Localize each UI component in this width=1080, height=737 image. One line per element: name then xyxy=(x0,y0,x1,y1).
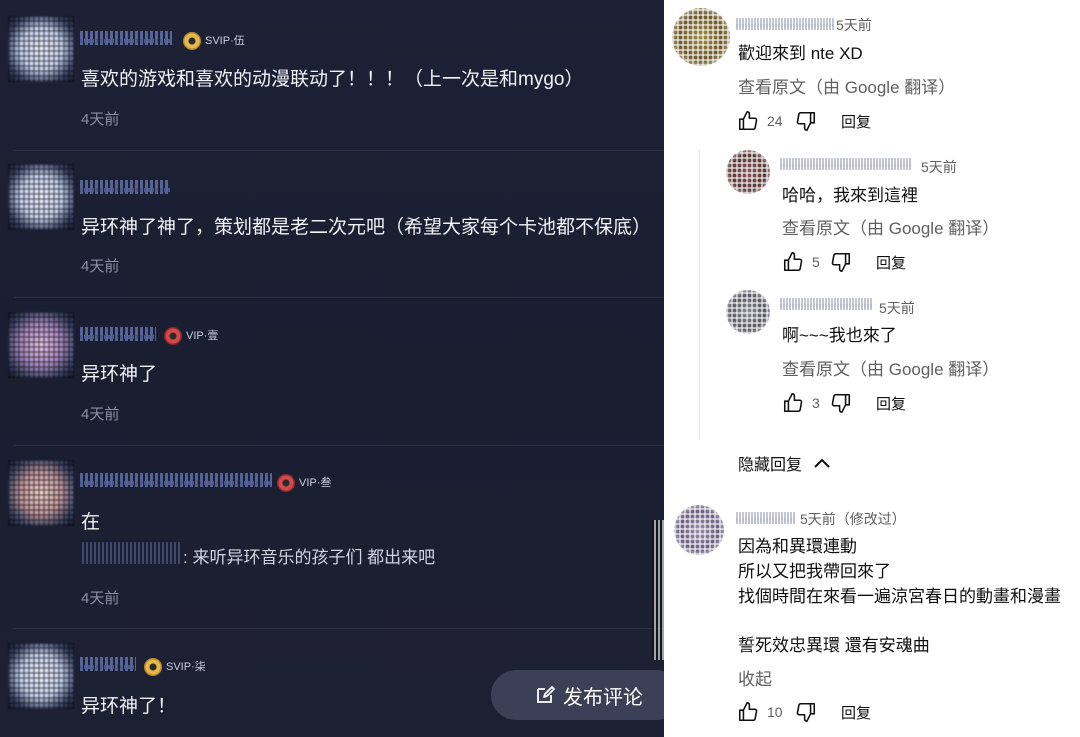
avatar[interactable] xyxy=(674,505,724,555)
left-comment-panel: SVIP·伍 喜欢的游戏和喜欢的动漫联动了！！！（上一次是和mygo） 4天前 … xyxy=(0,0,664,737)
badge-label: SVIP·柒 xyxy=(166,661,206,673)
thumb-down-icon[interactable] xyxy=(795,110,817,132)
collapse-link[interactable]: 收起 xyxy=(738,665,772,690)
username-blurred[interactable] xyxy=(80,327,156,341)
comment-text: 歡迎來到 nte XD xyxy=(738,44,863,63)
comment-line: 因為和異環連動 xyxy=(738,537,857,556)
badge-label: SVIP·伍 xyxy=(205,35,245,47)
reply-button[interactable]: 回复 xyxy=(876,252,906,273)
thumb-down-icon[interactable] xyxy=(830,251,852,273)
comment-time: 4天前 xyxy=(81,258,120,275)
avatar[interactable] xyxy=(672,8,730,66)
svip-badge-icon xyxy=(183,32,201,50)
comment-text: 喜欢的游戏和喜欢的动漫联动了！！！（上一次是和mygo） xyxy=(81,69,584,90)
vip-badge: SVIP·伍 xyxy=(183,31,245,51)
comment-time: 5天前（修改过） xyxy=(800,511,906,527)
username-blurred[interactable] xyxy=(80,31,172,45)
username-blurred[interactable] xyxy=(780,158,912,170)
view-original-link[interactable]: 查看原文（由 Google 翻译） xyxy=(782,355,999,380)
comment-text: 在 xyxy=(81,512,101,533)
like-count: 3 xyxy=(812,395,820,411)
thumb-down-icon[interactable] xyxy=(830,392,852,414)
reply-button[interactable]: 回复 xyxy=(876,393,906,414)
divider xyxy=(14,150,664,151)
avatar[interactable] xyxy=(8,164,74,230)
post-comment-button[interactable]: 发布评论 xyxy=(491,670,681,720)
username-blurred[interactable] xyxy=(80,180,170,194)
edit-icon xyxy=(537,686,555,703)
comment-text: 异环神了 xyxy=(81,364,158,385)
username-blurred[interactable] xyxy=(780,298,872,310)
reply-preview-text[interactable]: : 来听异环音乐的孩子们 都出来吧 xyxy=(183,543,435,568)
vip-badge-icon xyxy=(277,474,295,492)
comment-time: 4天前 xyxy=(81,590,120,607)
vip-badge: VIP·壹 xyxy=(164,326,218,346)
comment-actions: 24 回复 xyxy=(737,108,871,134)
right-comment-panel: 5天前 歡迎來到 nte XD 查看原文（由 Google 翻译） 24 回复 … xyxy=(664,0,1080,737)
comment-actions: 3 回复 xyxy=(782,390,906,416)
like-count: 24 xyxy=(767,113,783,129)
comment-line: 誓死效忠異環 還有安魂曲 xyxy=(738,636,930,655)
comment-text: 哈哈，我來到這裡 xyxy=(782,186,918,205)
comment-line: 找個時間在來看一遍涼宮春日的動畫和漫畫 xyxy=(738,587,1061,606)
avatar[interactable] xyxy=(8,643,74,709)
comment-text: 异环神了！ xyxy=(81,696,177,717)
avatar[interactable] xyxy=(8,312,74,378)
thumb-up-icon[interactable] xyxy=(782,392,804,414)
chevron-up-icon xyxy=(814,458,830,468)
comment-time: 5天前 xyxy=(836,17,872,33)
post-comment-label: 发布评论 xyxy=(563,686,643,709)
comment-actions: 10 回复 xyxy=(737,699,871,725)
avatar[interactable] xyxy=(726,290,770,334)
thumb-down-icon[interactable] xyxy=(795,701,817,723)
badge-label: VIP·叁 xyxy=(299,477,332,489)
thread-line xyxy=(699,150,700,440)
comment-time: 4天前 xyxy=(81,406,120,423)
hide-replies-label: 隐藏回复 xyxy=(738,457,803,474)
divider xyxy=(14,628,664,629)
reply-button[interactable]: 回复 xyxy=(841,702,871,723)
avatar[interactable] xyxy=(726,150,770,194)
comment-text: 异环神了神了，策划都是老二次元吧（希望大家每个卡池都不保底） xyxy=(81,217,652,238)
like-count: 5 xyxy=(812,254,820,270)
divider xyxy=(14,445,664,446)
vip-badge-icon xyxy=(164,327,182,345)
username-blurred[interactable] xyxy=(80,473,272,487)
comment-text: 啊~~~我也來了 xyxy=(782,326,897,345)
username-blurred[interactable] xyxy=(736,512,796,524)
username-blurred[interactable] xyxy=(80,657,136,671)
view-original-link[interactable]: 查看原文（由 Google 翻译） xyxy=(782,214,999,239)
thumb-up-icon[interactable] xyxy=(782,251,804,273)
thumb-up-icon[interactable] xyxy=(737,701,759,723)
avatar[interactable] xyxy=(8,460,74,526)
like-count: 10 xyxy=(767,704,783,720)
view-original-link[interactable]: 查看原文（由 Google 翻译） xyxy=(738,73,955,98)
svip-badge-icon xyxy=(144,658,162,676)
comment-line: 所以又把我帶回來了 xyxy=(738,562,891,581)
vip-badge: SVIP·柒 xyxy=(144,657,206,677)
reply-username-blurred[interactable] xyxy=(82,542,182,564)
avatar[interactable] xyxy=(8,16,74,82)
comment-time: 5天前 xyxy=(921,159,957,175)
badge-label: VIP·壹 xyxy=(186,330,219,342)
comment-actions: 5 回复 xyxy=(782,249,906,275)
reply-button[interactable]: 回复 xyxy=(841,111,871,132)
divider xyxy=(14,297,664,298)
hide-replies-button[interactable]: 隐藏回复 xyxy=(738,451,832,475)
thumb-up-icon[interactable] xyxy=(737,110,759,132)
username-blurred[interactable] xyxy=(736,18,834,30)
comment-time: 4天前 xyxy=(81,111,120,128)
vip-badge: VIP·叁 xyxy=(277,473,331,493)
comment-time: 5天前 xyxy=(879,300,915,316)
